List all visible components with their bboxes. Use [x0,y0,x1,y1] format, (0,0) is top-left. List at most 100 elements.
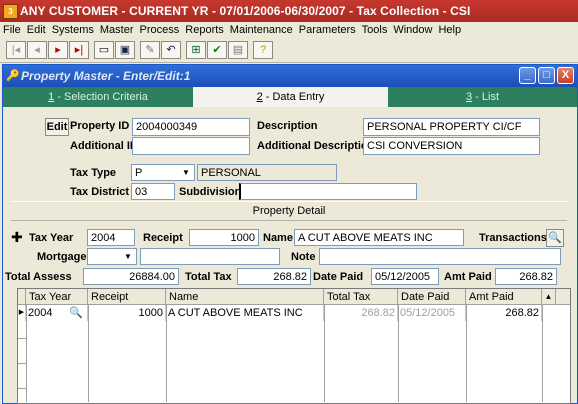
scroll-up-icon[interactable]: ▲ [542,289,556,305]
notes-icon[interactable]: ▤ [228,41,248,59]
row-separator [18,388,26,389]
transactions-label: Transactions [479,232,547,244]
app-title-bar: 3 ANY CUSTOMER - CURRENT YR - 07/01/2006… [0,0,578,22]
check-icon[interactable]: ✔ [207,41,227,59]
new-icon[interactable]: ▭ [94,41,114,59]
menu-file[interactable]: File [0,22,24,38]
app-title: ANY CUSTOMER - CURRENT YR - 07/01/2006-0… [20,4,471,18]
menu-edit[interactable]: Edit [24,22,49,38]
column-header-date-paid[interactable]: Date Paid [398,289,466,305]
menu-bar: File Edit Systems Master Process Reports Maint… [0,22,578,39]
next-icon[interactable]: ▸ [48,41,68,59]
insert-icon[interactable]: ⊞ [186,41,206,59]
tax-year-label: Tax Year [29,232,74,244]
tax-type-name-field: PERSONAL [197,164,337,181]
total-assess-label: Total Assess [5,271,72,283]
mortgage-select[interactable]: ▼ [87,248,137,265]
subdivision-field[interactable] [239,183,417,200]
column-header-amt-paid[interactable]: Amt Paid [466,289,542,305]
menu-parameters[interactable]: Parameters [296,22,359,38]
tab-data-entry[interactable]: 2 - Data Entry [193,87,388,107]
undo-icon[interactable]: ↶ [161,41,181,59]
total-tax-label: Total Tax [185,271,232,283]
tab-label: - List [472,91,500,103]
grid-header-spacer [556,289,570,305]
tax-type-value: P [135,167,143,179]
tab-strip: 1 - Selection Criteria 2 - Data Entry 3 … [3,87,577,107]
menu-process[interactable]: Process [137,22,183,38]
additional-description-label: Additional Description [257,140,375,152]
expand-icon[interactable]: ✚ [11,230,25,244]
grid-divider [542,305,543,402]
save-icon[interactable]: ▣ [115,41,135,59]
column-header-name[interactable]: Name [166,289,324,305]
column-header-receipt[interactable]: Receipt [88,289,166,305]
total-tax-field[interactable]: 268.82 [237,268,311,285]
column-header-tax-year[interactable]: Tax Year [26,289,88,305]
tab-list[interactable]: 3 - List [388,87,577,107]
cell-date-paid[interactable]: 05/12/2005 [398,305,466,321]
chevron-down-icon[interactable]: ▼ [121,250,135,264]
table-row[interactable]: ▶ 2004 🔍 1000 A CUT ABOVE MEATS INC 268.8… [18,305,542,321]
close-button[interactable]: X [557,67,574,84]
cell-tax-year[interactable]: 2004 🔍 [26,305,88,321]
row-selector-header [18,289,26,305]
prev-icon[interactable]: ◂ [27,41,47,59]
tab-label: - Selection Criteria [54,91,148,103]
description-label: Description [257,120,318,132]
menu-window[interactable]: Window [390,22,435,38]
note-label: Note [291,251,316,263]
cell-amt-paid[interactable]: 268.82 [466,305,542,321]
delete-icon[interactable]: ✎ [140,41,160,59]
transactions-search-icon[interactable]: 🔍 [546,229,564,247]
column-header-total-tax[interactable]: Total Tax [324,289,398,305]
menu-help[interactable]: Help [435,22,464,38]
name-field[interactable]: A CUT ABOVE MEATS INC [294,229,464,246]
tax-district-label: Tax District [70,186,130,198]
total-assess-field[interactable]: 26884.00 [83,268,179,285]
receipt-field[interactable]: 1000 [189,229,259,246]
app-logo-icon: 3 [3,4,18,19]
mortgage-name-field [140,248,280,265]
tax-year-field[interactable]: 2004 [87,229,135,246]
note-field[interactable] [319,248,561,265]
menu-tools[interactable]: Tools [359,22,391,38]
last-icon[interactable]: ▸| [69,41,89,59]
tab-selection-criteria[interactable]: 1 - Selection Criteria [3,87,193,107]
menu-reports[interactable]: Reports [182,22,227,38]
menu-maintenance[interactable]: Maintenance [227,22,296,38]
window-title: Property Master - Enter/Edit:1 [21,69,191,83]
description-field[interactable]: PERSONAL PROPERTY CI/CF [363,118,540,136]
tax-type-select[interactable]: P ▼ [131,164,195,181]
cell-total-tax[interactable]: 268.82 [324,305,398,321]
cell-receipt[interactable]: 1000 [88,305,166,321]
property-detail-header: Property Detail [11,201,567,221]
name-label: Name [263,232,293,244]
additional-description-field[interactable]: CSI CONVERSION [363,137,540,155]
menu-master[interactable]: Master [97,22,137,38]
chevron-down-icon[interactable]: ▼ [179,166,193,180]
help-icon[interactable]: ? [253,41,273,59]
property-id-field[interactable]: 2004000349 [132,118,250,136]
search-icon[interactable]: 🔍 [69,305,83,321]
date-paid-label: Date Paid [313,271,364,283]
cell-name[interactable]: A CUT ABOVE MEATS INC [166,305,324,321]
cell-tax-year-text: 2004 [28,307,53,319]
first-icon[interactable]: |◂ [6,41,26,59]
amt-paid-field[interactable]: 268.82 [495,268,557,285]
maximize-button[interactable]: □ [538,67,555,84]
toolbar: |◂ ◂ ▸ ▸| ▭ ▣ ✎ ↶ ⊞ ✔ ▤ ? [0,38,578,63]
receipt-label: Receipt [143,232,183,244]
subdivision-label: Subdivision [179,186,242,198]
tax-history-grid: Tax Year Receipt Name Total Tax Date Pai… [17,288,571,404]
minimize-button[interactable]: _ [519,67,536,84]
mortgage-label: Mortgage [37,251,87,263]
property-id-label: Property ID [70,120,130,132]
row-separator [18,338,26,339]
tax-district-field[interactable]: 03 [131,183,175,200]
date-paid-field[interactable]: 05/12/2005 [371,268,439,285]
property-master-window: 🔑 Property Master - Enter/Edit:1 _ □ X 1… [2,64,578,404]
additional-id-field[interactable] [132,137,250,155]
menu-systems[interactable]: Systems [49,22,97,38]
edit-button[interactable]: Edit [45,118,69,136]
